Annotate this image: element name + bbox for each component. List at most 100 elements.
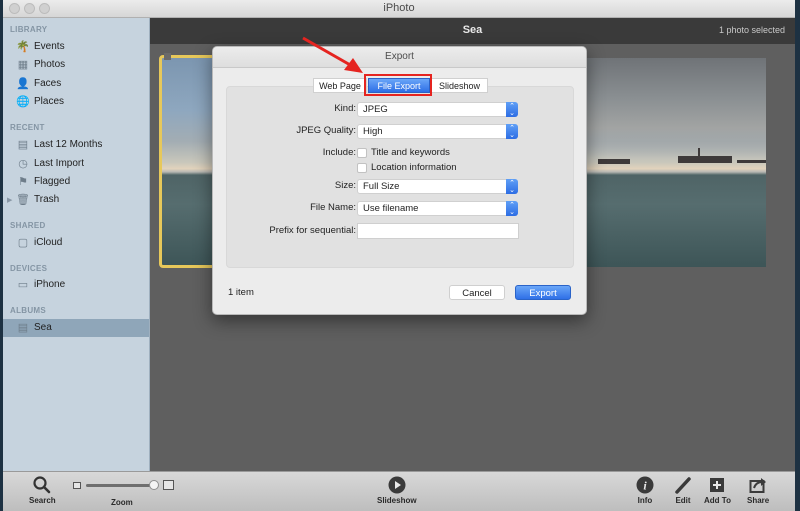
size-select[interactable]: Full Size ⌃ ⌄ [357,179,518,194]
edit-button[interactable]: Edit [673,475,693,505]
photo-ship [598,159,630,164]
bottom-toolbar: Search Zoom Slideshow i Info Edit Add To… [3,471,795,511]
annotation-highlight-box [364,74,432,96]
add-icon [710,478,725,492]
zoom-label: Zoom [111,498,133,507]
sidebar-item-label: Last 12 Months [34,139,103,150]
add-to-button[interactable]: Add To [704,475,731,505]
sidebar-item-photos[interactable]: ▦ Photos [3,56,149,74]
album-icon: ▤ [17,322,29,334]
sidebar-item-label: Flagged [34,176,71,187]
small-photo-icon [73,482,81,489]
sidebar-section-devices: DEVICES [10,264,48,273]
slideshow-label: Slideshow [377,496,417,505]
size-value: Full Size [363,181,400,192]
clock-icon: ◷ [18,158,28,170]
sidebar-item-faces[interactable]: 👤 Faces [3,75,149,93]
sidebar-item-last-12-months[interactable]: ▤ Last 12 Months [3,136,149,154]
sidebar-item-trash[interactable]: ▶ 🗑 Trash [3,191,149,209]
dialog-title: Export [385,51,414,62]
kind-value: JPEG [363,104,388,115]
file-name-select[interactable]: Use filename ⌃ ⌄ [357,201,518,216]
person-silhouette-icon: 👤 [16,78,30,90]
share-label: Share [747,496,770,505]
include-label: Include: [322,147,356,158]
photo-ship-mast [698,148,700,157]
kind-select[interactable]: JPEG ⌃ ⌄ [357,102,518,117]
sidebar-item-label: iCloud [34,237,63,248]
jpeg-quality-label: JPEG Quality: [296,125,356,136]
sidebar-item-last-import[interactable]: ◷ Last Import [3,155,149,173]
sidebar-item-label: Faces [34,78,62,89]
jpeg-quality-select[interactable]: High ⌃ ⌄ [357,124,518,139]
chevron-up-down-icon: ⌃ ⌄ [506,179,518,194]
search-label: Search [29,496,56,505]
share-button[interactable]: Share [747,475,769,505]
photo-selection-border [159,55,219,268]
trash-icon: 🗑 [16,194,30,206]
flag-icon: ⚑ [18,176,28,188]
globe-icon: 🌐 [16,96,30,108]
large-photo-icon [163,480,174,490]
sidebar-item-label: Events [34,41,65,52]
sidebar-item-label: Places [34,96,65,107]
photo-badge-icon [164,53,171,60]
album-header: Sea 1 photo selected [150,18,795,44]
sidebar-item-icloud[interactable]: ▢ iCloud [3,234,149,252]
photo-ship [678,156,732,163]
sidebar-item-iphone[interactable]: ▭ iPhone [3,276,149,294]
sidebar-item-flagged[interactable]: ⚑ Flagged [3,173,149,191]
title-keywords-checkbox[interactable] [357,148,367,158]
chevron-up-down-icon: ⌃ ⌄ [506,124,518,139]
iphone-icon: ▭ [17,279,29,291]
search-button[interactable]: Search [29,475,56,505]
prefix-input[interactable] [357,223,519,239]
info-label: Info [637,496,653,505]
sidebar-item-label: Last Import [34,158,85,169]
cancel-button[interactable]: Cancel [449,285,505,300]
item-count: 1 item [228,287,254,298]
tab-web-page[interactable]: Web Page [313,78,367,93]
calendar-icon: ▤ [17,139,29,151]
slideshow-button[interactable]: Slideshow [377,475,417,505]
chevron-up-down-icon: ⌃ ⌄ [506,201,518,216]
location-info-label: Location information [371,162,457,173]
dialog-title-bar: Export [213,47,586,68]
jpeg-quality-value: High [363,126,383,137]
sidebar-section-recent: RECENT [10,123,45,132]
title-keywords-label: Title and keywords [371,147,450,158]
sidebar-item-sea[interactable]: ▤ Sea [3,319,149,337]
pencil-icon [675,477,691,494]
zoom-slider[interactable] [73,479,174,493]
chevron-up-down-icon: ⌃ ⌄ [506,102,518,117]
title-bar: iPhoto [3,0,795,18]
selection-count: 1 photo selected [718,25,785,35]
icloud-icon: ▢ [17,237,29,249]
kind-label: Kind: [334,103,356,114]
zoom-knob[interactable] [149,480,160,490]
location-info-checkbox[interactable] [357,163,367,173]
sidebar-item-places[interactable]: 🌐 Places [3,93,149,111]
sidebar: LIBRARY 🌴 Events ▦ Photos 👤 Faces 🌐 Plac… [3,18,150,471]
prefix-label: Prefix for sequential: [269,225,356,236]
disclosure-triangle-icon[interactable]: ▶ [7,196,12,204]
sidebar-item-events[interactable]: 🌴 Events [3,38,149,56]
palm-tree-icon: 🌴 [16,41,30,53]
sidebar-item-label: Sea [34,322,52,333]
export-button[interactable]: Export [515,285,571,300]
sidebar-item-label: Photos [34,59,66,70]
window-title: iPhoto [383,2,415,14]
edit-label: Edit [675,496,691,505]
info-icon: i [636,476,654,494]
album-title: Sea [462,24,483,36]
size-label: Size: [334,180,356,191]
zoom-track[interactable] [86,484,158,487]
info-button[interactable]: i Info [635,475,655,505]
sidebar-item-label: Trash [34,194,60,205]
sidebar-item-label: iPhone [34,279,66,290]
search-icon [33,476,51,494]
sidebar-section-albums: ALBUMS [10,306,47,315]
tab-slideshow[interactable]: Slideshow [431,78,488,93]
file-name-label: File Name: [310,202,356,213]
export-dialog: Export Web Page File Export Slideshow Ki… [212,46,587,315]
